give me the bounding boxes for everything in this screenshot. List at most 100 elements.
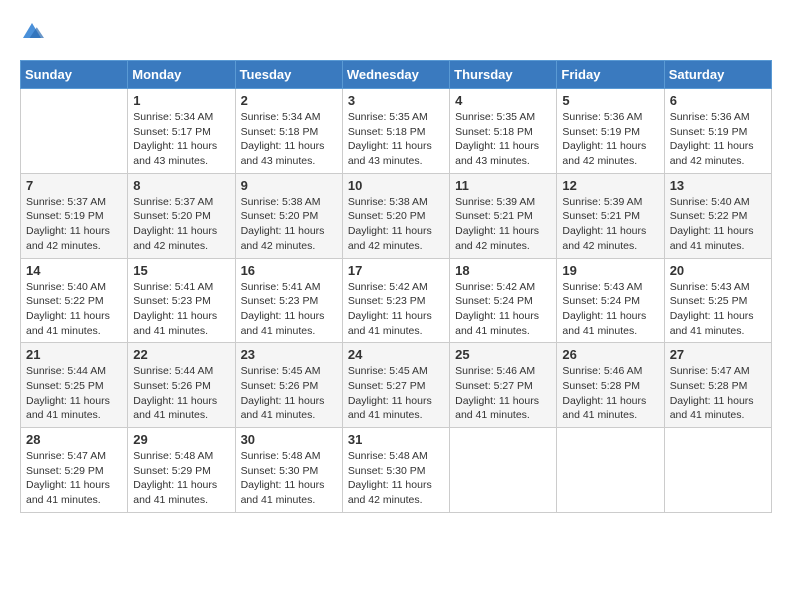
calendar-week-row: 1 Sunrise: 5:34 AM Sunset: 5:17 PM Daylig… [21,89,772,174]
calendar-cell: 13 Sunrise: 5:40 AM Sunset: 5:22 PM Dayli… [664,173,771,258]
day-info: Sunrise: 5:48 AM Sunset: 5:30 PM Dayligh… [241,449,337,508]
day-number: 7 [26,178,122,193]
day-number: 29 [133,432,229,447]
day-number: 1 [133,93,229,108]
day-number: 24 [348,347,444,362]
day-number: 18 [455,263,551,278]
weekday-header-thursday: Thursday [450,61,557,89]
weekday-header-sunday: Sunday [21,61,128,89]
calendar-cell: 4 Sunrise: 5:35 AM Sunset: 5:18 PM Daylig… [450,89,557,174]
day-number: 15 [133,263,229,278]
day-number: 3 [348,93,444,108]
calendar-cell: 30 Sunrise: 5:48 AM Sunset: 5:30 PM Dayli… [235,428,342,513]
day-info: Sunrise: 5:35 AM Sunset: 5:18 PM Dayligh… [348,110,444,169]
calendar-table: SundayMondayTuesdayWednesdayThursdayFrid… [20,60,772,513]
day-number: 5 [562,93,658,108]
calendar-cell: 15 Sunrise: 5:41 AM Sunset: 5:23 PM Dayli… [128,258,235,343]
day-number: 14 [26,263,122,278]
day-number: 9 [241,178,337,193]
calendar-week-row: 28 Sunrise: 5:47 AM Sunset: 5:29 PM Dayli… [21,428,772,513]
day-info: Sunrise: 5:37 AM Sunset: 5:19 PM Dayligh… [26,195,122,254]
calendar-cell: 19 Sunrise: 5:43 AM Sunset: 5:24 PM Dayli… [557,258,664,343]
day-number: 10 [348,178,444,193]
day-number: 30 [241,432,337,447]
calendar-cell [21,89,128,174]
day-number: 16 [241,263,337,278]
calendar-cell: 18Sunrise: 5:42 AM Sunset: 5:24 PM Dayli… [450,258,557,343]
calendar-cell: 1 Sunrise: 5:34 AM Sunset: 5:17 PM Daylig… [128,89,235,174]
day-info: Sunrise: 5:43 AM Sunset: 5:25 PM Dayligh… [670,280,766,339]
calendar-cell: 8 Sunrise: 5:37 AM Sunset: 5:20 PM Daylig… [128,173,235,258]
calendar-cell: 10 Sunrise: 5:38 AM Sunset: 5:20 PM Dayli… [342,173,449,258]
day-info: Sunrise: 5:40 AM Sunset: 5:22 PM Dayligh… [670,195,766,254]
day-info: Sunrise: 5:43 AM Sunset: 5:24 PM Dayligh… [562,280,658,339]
day-info: Sunrise: 5:39 AM Sunset: 5:21 PM Dayligh… [562,195,658,254]
day-info: Sunrise: 5:38 AM Sunset: 5:20 PM Dayligh… [348,195,444,254]
day-info: Sunrise: 5:45 AM Sunset: 5:27 PM Dayligh… [348,364,444,423]
day-number: 22 [133,347,229,362]
calendar-cell: 26Sunrise: 5:46 AM Sunset: 5:28 PM Dayli… [557,343,664,428]
day-number: 4 [455,93,551,108]
calendar-cell: 2Sunrise: 5:34 AM Sunset: 5:18 PM Daylig… [235,89,342,174]
calendar-week-row: 14 Sunrise: 5:40 AM Sunset: 5:22 PM Dayli… [21,258,772,343]
calendar-cell: 11Sunrise: 5:39 AM Sunset: 5:21 PM Dayli… [450,173,557,258]
calendar-cell: 20 Sunrise: 5:43 AM Sunset: 5:25 PM Dayli… [664,258,771,343]
day-number: 12 [562,178,658,193]
day-info: Sunrise: 5:34 AM Sunset: 5:17 PM Dayligh… [133,110,229,169]
day-info: Sunrise: 5:37 AM Sunset: 5:20 PM Dayligh… [133,195,229,254]
calendar-cell: 31 Sunrise: 5:48 AM Sunset: 5:30 PM Dayli… [342,428,449,513]
day-number: 31 [348,432,444,447]
day-number: 28 [26,432,122,447]
weekday-header-monday: Monday [128,61,235,89]
day-number: 17 [348,263,444,278]
calendar-cell: 5Sunrise: 5:36 AM Sunset: 5:19 PM Daylig… [557,89,664,174]
day-number: 8 [133,178,229,193]
calendar-cell: 12 Sunrise: 5:39 AM Sunset: 5:21 PM Dayli… [557,173,664,258]
calendar-cell [557,428,664,513]
day-number: 19 [562,263,658,278]
calendar-cell: 7 Sunrise: 5:37 AM Sunset: 5:19 PM Daylig… [21,173,128,258]
calendar-cell: 24 Sunrise: 5:45 AM Sunset: 5:27 PM Dayli… [342,343,449,428]
day-info: Sunrise: 5:47 AM Sunset: 5:29 PM Dayligh… [26,449,122,508]
calendar-cell: 17Sunrise: 5:42 AM Sunset: 5:23 PM Dayli… [342,258,449,343]
calendar-week-row: 7 Sunrise: 5:37 AM Sunset: 5:19 PM Daylig… [21,173,772,258]
weekday-header-saturday: Saturday [664,61,771,89]
day-info: Sunrise: 5:48 AM Sunset: 5:29 PM Dayligh… [133,449,229,508]
day-info: Sunrise: 5:45 AM Sunset: 5:26 PM Dayligh… [241,364,337,423]
calendar-cell: 6 Sunrise: 5:36 AM Sunset: 5:19 PM Daylig… [664,89,771,174]
weekday-header-tuesday: Tuesday [235,61,342,89]
day-info: Sunrise: 5:46 AM Sunset: 5:28 PM Dayligh… [562,364,658,423]
day-number: 2 [241,93,337,108]
day-info: Sunrise: 5:36 AM Sunset: 5:19 PM Dayligh… [670,110,766,169]
calendar-cell [450,428,557,513]
weekday-header-friday: Friday [557,61,664,89]
calendar-cell: 23Sunrise: 5:45 AM Sunset: 5:26 PM Dayli… [235,343,342,428]
calendar-cell: 22Sunrise: 5:44 AM Sunset: 5:26 PM Dayli… [128,343,235,428]
day-info: Sunrise: 5:46 AM Sunset: 5:27 PM Dayligh… [455,364,551,423]
day-number: 20 [670,263,766,278]
calendar-cell: 9Sunrise: 5:38 AM Sunset: 5:20 PM Daylig… [235,173,342,258]
calendar-cell: 14 Sunrise: 5:40 AM Sunset: 5:22 PM Dayli… [21,258,128,343]
day-number: 13 [670,178,766,193]
day-info: Sunrise: 5:40 AM Sunset: 5:22 PM Dayligh… [26,280,122,339]
calendar-cell: 25 Sunrise: 5:46 AM Sunset: 5:27 PM Dayli… [450,343,557,428]
day-info: Sunrise: 5:44 AM Sunset: 5:25 PM Dayligh… [26,364,122,423]
logo-icon [20,20,44,44]
calendar-cell [664,428,771,513]
page-header [20,20,772,44]
day-info: Sunrise: 5:41 AM Sunset: 5:23 PM Dayligh… [241,280,337,339]
day-number: 6 [670,93,766,108]
day-info: Sunrise: 5:35 AM Sunset: 5:18 PM Dayligh… [455,110,551,169]
weekday-header-row: SundayMondayTuesdayWednesdayThursdayFrid… [21,61,772,89]
day-info: Sunrise: 5:47 AM Sunset: 5:28 PM Dayligh… [670,364,766,423]
day-info: Sunrise: 5:41 AM Sunset: 5:23 PM Dayligh… [133,280,229,339]
calendar-cell: 21 Sunrise: 5:44 AM Sunset: 5:25 PM Dayli… [21,343,128,428]
day-info: Sunrise: 5:48 AM Sunset: 5:30 PM Dayligh… [348,449,444,508]
weekday-header-wednesday: Wednesday [342,61,449,89]
day-number: 21 [26,347,122,362]
calendar-cell: 3 Sunrise: 5:35 AM Sunset: 5:18 PM Daylig… [342,89,449,174]
calendar-cell: 16 Sunrise: 5:41 AM Sunset: 5:23 PM Dayli… [235,258,342,343]
day-number: 25 [455,347,551,362]
day-info: Sunrise: 5:39 AM Sunset: 5:21 PM Dayligh… [455,195,551,254]
calendar-week-row: 21 Sunrise: 5:44 AM Sunset: 5:25 PM Dayli… [21,343,772,428]
